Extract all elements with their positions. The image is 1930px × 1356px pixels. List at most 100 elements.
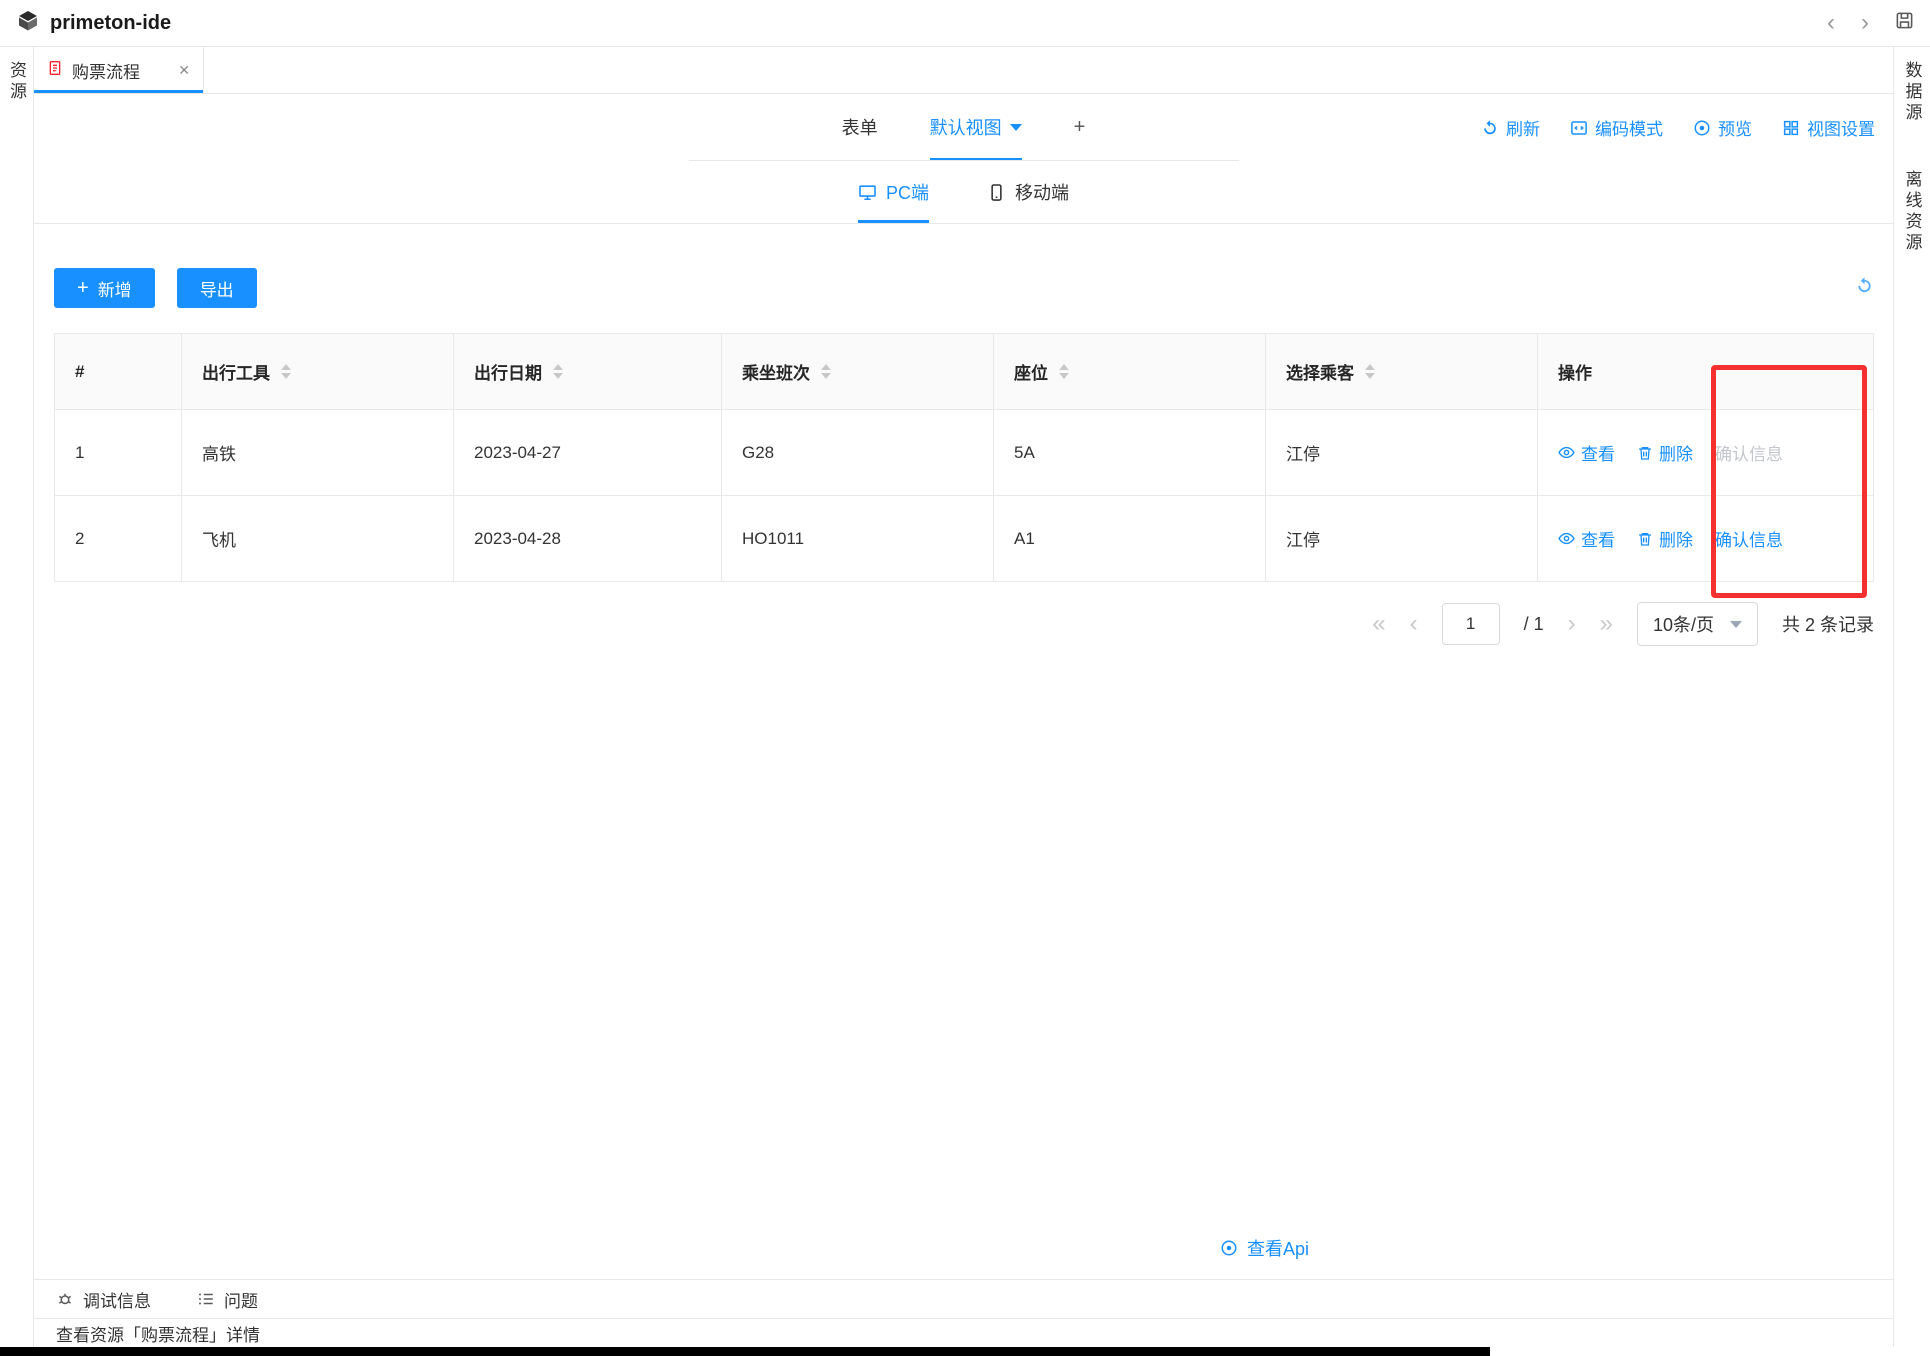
list-icon	[197, 1290, 215, 1308]
preview-label: 预览	[1718, 115, 1752, 140]
last-page-icon[interactable]: »	[1600, 612, 1613, 636]
column-header-index: #	[55, 334, 182, 410]
export-button[interactable]: 导出	[177, 268, 257, 308]
sort-icons	[1365, 364, 1375, 379]
tab-form[interactable]: 表单	[842, 94, 878, 160]
add-view-button[interactable]: +	[1074, 94, 1086, 160]
view-api-link[interactable]: 查看Api	[1220, 1235, 1309, 1261]
cell-number: HO1011	[722, 496, 994, 582]
column-header-number[interactable]: 乘坐班次	[722, 334, 994, 410]
delete-row-button[interactable]: 删除	[1637, 440, 1693, 465]
cell-index: 1	[55, 410, 182, 496]
view-toolbar-actions: 刷新 编码模式 预览 视图设置	[1481, 94, 1875, 161]
view-row-button[interactable]: 查看	[1558, 440, 1615, 465]
device-tabs: PC端 移动端	[34, 161, 1893, 224]
content-area: + 新增 导出	[34, 224, 1893, 1279]
issues-label: 问题	[224, 1287, 258, 1312]
cell-passenger: 江停	[1266, 410, 1538, 496]
cell-passenger: 江停	[1266, 496, 1538, 582]
sort-desc-icon	[1365, 373, 1375, 379]
eye-icon	[1558, 444, 1575, 461]
nav-forward-icon[interactable]: ›	[1861, 11, 1869, 35]
refresh-icon	[1481, 119, 1499, 137]
view-tabs: 表单 默认视图 +	[689, 94, 1239, 161]
next-page-icon[interactable]: ›	[1568, 612, 1576, 636]
status-bar: 查看资源「购票流程」详情	[34, 1318, 1893, 1347]
column-header-seat[interactable]: 座位	[994, 334, 1266, 410]
table-refresh-icon[interactable]	[1855, 276, 1874, 300]
editor-tab-label: 购票流程	[72, 58, 140, 83]
tab-default-view[interactable]: 默认视图	[930, 94, 1022, 160]
top-bar: primeton-ide ‹ ›	[0, 0, 1930, 47]
tab-default-view-label: 默认视图	[930, 114, 1002, 140]
refresh-button[interactable]: 刷新	[1481, 115, 1540, 140]
plus-icon: +	[77, 278, 89, 298]
view-row-button[interactable]: 查看	[1558, 526, 1615, 551]
eye-icon	[1558, 530, 1575, 547]
top-bar-left: primeton-ide	[16, 9, 171, 38]
tab-mobile-label: 移动端	[1015, 179, 1069, 205]
preview-button[interactable]: 预览	[1693, 115, 1752, 140]
app-title: primeton-ide	[50, 12, 171, 35]
confirm-info-button[interactable]: 确认信息	[1715, 526, 1783, 551]
right-rail: 数据源 离线资源	[1893, 47, 1930, 1347]
export-button-label: 导出	[200, 276, 234, 301]
confirm-info-button[interactable]: 确认信息	[1715, 440, 1783, 465]
sort-desc-icon	[821, 373, 831, 379]
cell-date: 2023-04-28	[454, 496, 722, 582]
cell-tool: 高铁	[182, 410, 454, 496]
debug-info-button[interactable]: 调试信息	[56, 1287, 151, 1312]
issues-button[interactable]: 问题	[197, 1287, 258, 1312]
app-window: primeton-ide ‹ › 资源 购票流程 ✕	[0, 0, 1930, 1356]
tab-mobile[interactable]: 移动端	[987, 161, 1069, 223]
sort-asc-icon	[1365, 364, 1375, 370]
delete-row-button[interactable]: 删除	[1637, 526, 1693, 551]
prev-page-icon[interactable]: ‹	[1410, 612, 1418, 636]
tab-pc[interactable]: PC端	[858, 161, 929, 223]
editor-tab-ticket-flow[interactable]: 购票流程 ✕	[34, 47, 204, 93]
pagination: « ‹ 1 / 1 › » 10条/页 共 2 条记录	[54, 602, 1874, 646]
code-mode-button[interactable]: 编码模式	[1570, 115, 1663, 140]
page-size-select[interactable]: 10条/页	[1637, 602, 1758, 646]
column-header-passenger[interactable]: 选择乘客	[1266, 334, 1538, 410]
total-pages-label: / 1	[1524, 614, 1544, 635]
grid-icon	[1782, 119, 1800, 137]
data-table-wrap: # 出行工具 出行日期 乘坐班次 座位 选择乘客 操作 1	[54, 333, 1874, 582]
resources-panel-toggle[interactable]: 资源	[4, 61, 29, 1347]
page-number-input[interactable]: 1	[1442, 603, 1500, 645]
chevron-down-icon	[1730, 621, 1742, 628]
sort-asc-icon	[1059, 364, 1069, 370]
view-settings-label: 视图设置	[1807, 115, 1875, 140]
first-page-icon[interactable]: «	[1372, 612, 1385, 636]
offline-resources-panel-toggle[interactable]: 离线资源	[1900, 170, 1925, 254]
cell-operations: 查看 删除 确认信息	[1538, 410, 1874, 496]
close-icon[interactable]: ✕	[178, 62, 190, 79]
cell-number: G28	[722, 410, 994, 496]
cell-seat: 5A	[994, 410, 1266, 496]
api-eye-icon	[1220, 1239, 1238, 1257]
code-mode-label: 编码模式	[1595, 115, 1663, 140]
sort-asc-icon	[281, 364, 291, 370]
cell-operations: 查看 删除 确认信息	[1538, 496, 1874, 582]
datasource-panel-toggle[interactable]: 数据源	[1900, 61, 1925, 124]
view-settings-button[interactable]: 视图设置	[1782, 115, 1875, 140]
chevron-down-icon	[1010, 124, 1022, 131]
cell-date: 2023-04-27	[454, 410, 722, 496]
trash-icon	[1637, 445, 1653, 461]
add-button-label: 新增	[98, 276, 132, 301]
trash-icon	[1637, 531, 1653, 547]
save-icon[interactable]	[1895, 11, 1914, 35]
column-header-tool[interactable]: 出行工具	[182, 334, 454, 410]
cell-tool: 飞机	[182, 496, 454, 582]
cell-index: 2	[55, 496, 182, 582]
tab-pc-label: PC端	[886, 179, 929, 205]
tab-form-label: 表单	[842, 114, 878, 140]
phone-icon	[987, 183, 1006, 202]
nav-back-icon[interactable]: ‹	[1827, 11, 1835, 35]
view-toolbar: 表单 默认视图 + 刷新 编码模式	[34, 94, 1893, 161]
add-button[interactable]: + 新增	[54, 268, 155, 308]
code-window-icon	[1570, 119, 1588, 137]
column-header-date[interactable]: 出行日期	[454, 334, 722, 410]
main-body: 资源 购票流程 ✕ 表单	[0, 47, 1930, 1347]
sort-asc-icon	[821, 364, 831, 370]
